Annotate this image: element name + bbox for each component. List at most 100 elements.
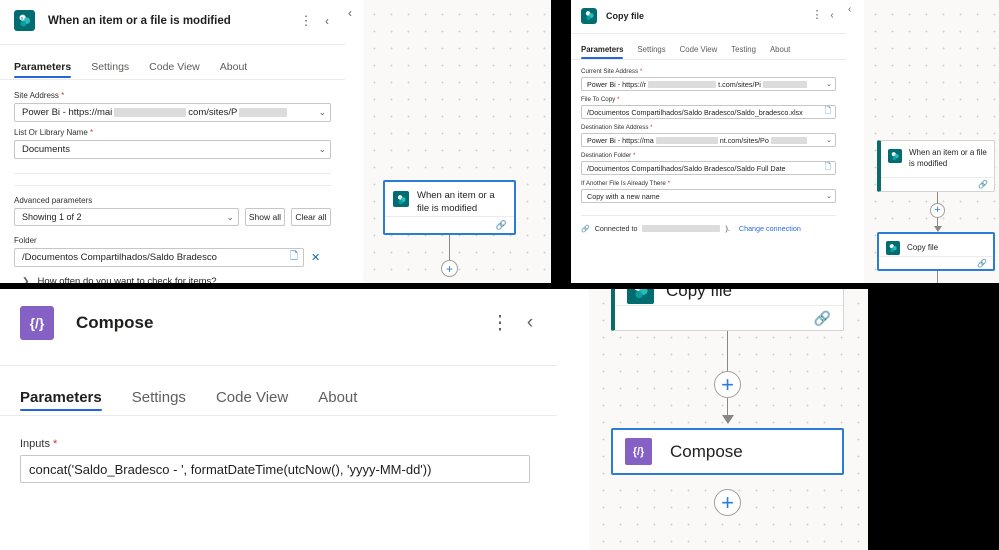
flow-canvas-bottom[interactable]: Copy file 🔗 + {/} Compose + (557, 289, 868, 550)
folder-label: Folder (14, 236, 37, 245)
folder-picker-icon[interactable]: 🗋 (825, 106, 831, 118)
redacted-block (770, 137, 807, 145)
flow-node-title: Copy file (907, 243, 939, 252)
flow-node-title: Compose (670, 441, 743, 461)
required-asterisk: * (58, 91, 65, 100)
flow-node-copy-file[interactable]: Copy file 🔗 (877, 232, 995, 271)
tab-settings[interactable]: Settings (637, 45, 665, 54)
field-file-to-copy: File To Copy * /Documentos Compartilhado… (571, 91, 846, 119)
clear-all-button[interactable]: Clear all (290, 208, 331, 226)
more-vertical-icon[interactable]: ⋮ (811, 8, 823, 24)
tab-settings[interactable]: Settings (91, 61, 129, 73)
field-label: Destination Site Address (581, 124, 649, 131)
inputs-label: Inputs (20, 438, 50, 450)
compose-icon-glyph: {/} (632, 445, 645, 458)
inputs-value: concat('Saldo_Bradesco - ', formatDateTi… (29, 461, 432, 477)
redacted-block (655, 137, 718, 145)
section-divider-1 (14, 173, 331, 174)
redacted-block (648, 81, 717, 89)
required-asterisk: * (638, 68, 643, 75)
site-address-dropdown[interactable]: Power Bi - https://mai com/sites/P ⌄ (14, 103, 331, 122)
file-to-copy-input[interactable]: /Documentos Compartilhados/Saldo Bradesc… (581, 105, 836, 119)
link-icon: 🔗 (978, 180, 988, 189)
destination-site-address-dropdown[interactable]: Power Bi - https://ma nt.com/sites/Po ⌄ (581, 133, 836, 147)
destination-folder-value: /Documentos Compartilhados/Saldo Bradesc… (587, 163, 786, 173)
tab-code-view[interactable]: Code View (149, 61, 200, 73)
tab-testing[interactable]: Testing (731, 45, 756, 54)
current-site-address-dropdown[interactable]: Power Bi - https://r t.com/sites/Pi ⌄ (581, 77, 836, 91)
flow-node-trigger[interactable]: When an item or a file is modified 🔗 (877, 140, 995, 192)
flow-node-trigger[interactable]: When an item or a file is modified 🔗 (383, 180, 516, 235)
link-icon: 🔗 (813, 309, 831, 326)
chevron-left-icon[interactable]: ‹ (848, 4, 851, 15)
tab-about[interactable]: About (318, 389, 357, 406)
list-or-library-value: Documents (22, 144, 71, 155)
flow-node-copy-file[interactable]: Copy file 🔗 (611, 289, 844, 331)
chevron-down-icon[interactable]: ⌄ (826, 80, 832, 88)
plus-icon[interactable]: + (930, 203, 945, 218)
advanced-parameters-dropdown[interactable]: Showing 1 of 2 ⌄ (14, 208, 239, 226)
tab-settings[interactable]: Settings (132, 389, 186, 406)
redacted-block (114, 107, 187, 117)
tab-parameters[interactable]: Parameters (14, 61, 72, 78)
chevron-down-icon[interactable]: ⌄ (226, 212, 234, 223)
chevron-left-icon[interactable]: ‹ (319, 11, 335, 31)
sharepoint-icon: s (14, 10, 35, 31)
close-icon[interactable]: ✕ (311, 251, 320, 264)
link-icon: 🔗 (581, 225, 590, 233)
tab-parameters[interactable]: Parameters (581, 45, 624, 59)
tab-about[interactable]: About (220, 61, 247, 73)
tab-parameters[interactable]: Parameters (20, 389, 102, 411)
tab-about[interactable]: About (770, 45, 790, 54)
show-all-button[interactable]: Show all (244, 208, 285, 226)
chevron-down-icon[interactable]: ⌄ (826, 192, 832, 200)
flow-connector (449, 235, 450, 260)
folder-picker-icon[interactable]: 🗋 (825, 162, 831, 174)
check-frequency-accordion[interactable]: ❯ How often do you want to check for ite… (0, 267, 345, 283)
trigger-tabs: Parameters Settings Code View About (0, 45, 345, 78)
flow-node-compose[interactable]: {/} Compose (611, 428, 844, 475)
link-icon: 🔗 (977, 258, 987, 268)
value-prefix: Power Bi - https://r (587, 79, 647, 89)
flow-node-title: Copy file (666, 289, 733, 300)
chevron-down-icon[interactable]: ⌄ (318, 144, 326, 155)
chevron-left-icon[interactable]: ‹ (348, 6, 352, 20)
canvas-right-rail (846, 0, 864, 283)
compose-details-panel: {/} Compose ⋮ ‹ Parameters Settings Code… (0, 289, 557, 550)
sharepoint-icon (888, 149, 902, 163)
chevron-left-icon[interactable]: ‹ (826, 8, 838, 24)
chevron-down-icon[interactable]: ⌄ (318, 107, 326, 118)
sharepoint-icon (393, 191, 409, 207)
flow-canvas-right[interactable]: ‹ When an item or a file is modified 🔗 + (846, 0, 999, 283)
tab-code-view[interactable]: Code View (680, 45, 718, 54)
list-or-library-dropdown[interactable]: Documents ⌄ (14, 140, 331, 159)
panel-title: When an item or a file is modified (48, 14, 231, 27)
folder-value: /Documentos Compartilhados/Saldo Bradesc… (22, 252, 217, 263)
more-vertical-icon[interactable]: ⋮ (489, 309, 511, 337)
change-connection-link[interactable]: Change connection (739, 224, 801, 233)
arrow-head-icon (722, 415, 734, 424)
plus-icon[interactable]: + (441, 260, 458, 277)
compose-icon-glyph: {/} (29, 315, 45, 331)
tab-code-view[interactable]: Code View (216, 389, 288, 406)
plus-icon[interactable]: + (714, 371, 741, 398)
flow-node-title: When an item or a file is modified (909, 148, 987, 168)
destination-folder-input[interactable]: /Documentos Compartilhados/Saldo Bradesc… (581, 161, 836, 175)
panel-title: Copy file (606, 10, 645, 21)
field-label: Current Site Address (581, 68, 639, 75)
flow-canvas-left[interactable]: ‹ When an item or a file is modified 🔗 + (345, 0, 551, 283)
folder-picker-icon[interactable]: 🗋 (290, 249, 298, 266)
folder-input[interactable]: /Documentos Compartilhados/Saldo Bradesc… (14, 248, 304, 267)
chevron-left-icon[interactable]: ‹ (519, 309, 541, 337)
more-vertical-icon[interactable]: ⋮ (298, 11, 314, 31)
chevron-down-icon[interactable]: ⌄ (826, 136, 832, 144)
sharepoint-icon (886, 240, 900, 255)
field-destination-site-address: Destination Site Address * Power Bi - ht… (571, 119, 846, 147)
inputs-expression-field[interactable]: concat('Saldo_Bradesco - ', formatDateTi… (20, 455, 530, 483)
field-site-address: Site Address * Power Bi - https://mai com… (0, 80, 345, 122)
field-label: Destination Folder (581, 152, 632, 159)
if-file-exists-dropdown[interactable]: Copy with a new name ⌄ (581, 189, 836, 203)
chevron-right-icon[interactable]: ❯ (22, 276, 30, 283)
site-address-mid: com/sites/P (188, 107, 238, 118)
plus-icon[interactable]: + (714, 489, 741, 516)
